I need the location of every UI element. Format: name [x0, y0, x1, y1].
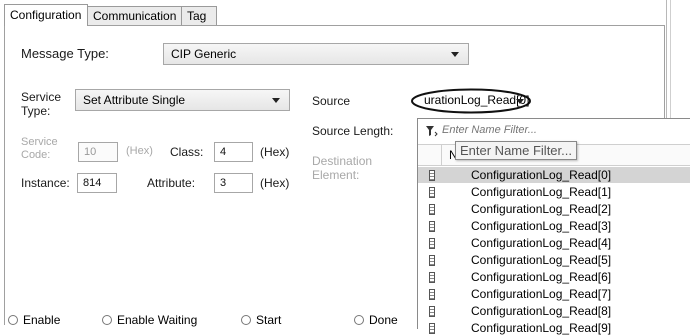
tag-icon: [429, 187, 435, 198]
list-item-label: ConfigurationLog_Read[4]: [471, 236, 612, 250]
service-code-input: 10: [78, 142, 118, 162]
list-item[interactable]: ConfigurationLog_Read[5]: [418, 252, 690, 268]
status-enable-label: Enable: [23, 313, 61, 327]
list-item-label: ConfigurationLog_Read[2]: [471, 202, 612, 216]
tag-icon: [429, 221, 435, 232]
service-type-label: Service Type:: [21, 90, 61, 118]
list-item[interactable]: ConfigurationLog_Read[2]: [418, 201, 690, 217]
class-unit: (Hex): [260, 145, 290, 159]
source-length-label: Source Length:: [312, 124, 394, 138]
tag-icon: [429, 170, 435, 181]
list-item[interactable]: ConfigurationLog_Read[1]: [418, 184, 690, 200]
tag-icon: [429, 238, 435, 249]
attribute-input[interactable]: 3: [214, 173, 253, 193]
message-type-value: CIP Generic: [171, 47, 237, 61]
list-item-label: ConfigurationLog_Read[5]: [471, 253, 612, 267]
list-item[interactable]: ConfigurationLog_Read[7]: [418, 286, 690, 302]
list-item-label: ConfigurationLog_Read[9]: [471, 321, 612, 335]
class-input[interactable]: 4: [214, 142, 253, 162]
source-field[interactable]: urationLog_Read[0]: [410, 88, 532, 114]
service-code-label-line2: Code:: [21, 149, 51, 161]
tag-icon: [429, 272, 435, 283]
source-tag-dropdown[interactable]: Name Enter Name Filter... ConfigurationL…: [417, 118, 690, 335]
list-item-label: ConfigurationLog_Read[3]: [471, 219, 612, 233]
service-type-label-line1: Service: [21, 90, 62, 104]
list-item[interactable]: ConfigurationLog_Read[8]: [418, 303, 690, 319]
filter-icon[interactable]: [426, 126, 438, 137]
list-item[interactable]: ConfigurationLog_Read[6]: [418, 269, 690, 285]
tag-icon: [429, 306, 435, 317]
tag-icon: [429, 289, 435, 300]
name-filter-input[interactable]: [442, 122, 682, 138]
destination-label-line2: Element:: [312, 168, 360, 182]
chevron-down-icon: [272, 98, 280, 103]
list-item-label: ConfigurationLog_Read[7]: [471, 287, 612, 301]
radio-indicator: [241, 315, 251, 325]
radio-indicator: [354, 315, 364, 325]
source-value: urationLog_Read[0]: [424, 93, 530, 107]
service-type-select[interactable]: Set Attribute Single: [75, 89, 290, 111]
service-type-value: Set Attribute Single: [83, 93, 186, 107]
status-enable-waiting: Enable Waiting: [102, 313, 197, 327]
radio-indicator: [102, 315, 112, 325]
destination-label-line1: Destination: [312, 154, 373, 168]
list-item-label: ConfigurationLog_Read[0]: [471, 168, 612, 182]
status-start-label: Start: [256, 313, 282, 327]
tab-communication[interactable]: Communication: [87, 6, 182, 25]
chevron-down-icon: [516, 99, 524, 104]
tab-tag[interactable]: Tag: [181, 6, 217, 25]
service-code-label: Service Code:: [21, 136, 58, 162]
column-divider: [441, 145, 442, 165]
class-label: Class:: [170, 145, 204, 159]
status-enable-waiting-label: Enable Waiting: [117, 313, 198, 327]
status-enable: Enable: [8, 313, 60, 327]
service-code-unit: (Hex): [126, 145, 153, 157]
radio-indicator: [8, 315, 18, 325]
chevron-down-icon: [451, 52, 459, 57]
status-done: Done: [354, 313, 398, 327]
status-start: Start: [241, 313, 281, 327]
list-item[interactable]: ConfigurationLog_Read[9]: [418, 320, 690, 336]
tab-configuration[interactable]: Configuration: [4, 4, 88, 26]
list-item-label: ConfigurationLog_Read[1]: [471, 185, 612, 199]
service-code-label-line1: Service: [21, 136, 58, 148]
service-type-label-line2: Type:: [21, 104, 51, 118]
tag-icon: [429, 204, 435, 215]
destination-label: Destination Element:: [312, 154, 372, 182]
attribute-label: Attribute:: [147, 176, 196, 190]
tag-icon: [429, 255, 435, 266]
instance-input[interactable]: 814: [77, 173, 117, 193]
list-item[interactable]: ConfigurationLog_Read[0]: [418, 167, 690, 183]
list-item-label: ConfigurationLog_Read[6]: [471, 270, 612, 284]
message-type-label: Message Type:: [21, 46, 109, 61]
list-item[interactable]: ConfigurationLog_Read[4]: [418, 235, 690, 251]
source-label: Source: [312, 94, 351, 108]
instance-label: Instance:: [21, 176, 70, 190]
status-done-label: Done: [369, 313, 398, 327]
attribute-unit: (Hex): [260, 176, 290, 190]
filter-tooltip: Enter Name Filter...: [455, 141, 577, 160]
message-type-select[interactable]: CIP Generic: [163, 43, 469, 65]
list-item-label: ConfigurationLog_Read[8]: [471, 304, 612, 318]
list-item[interactable]: ConfigurationLog_Read[3]: [418, 218, 690, 234]
